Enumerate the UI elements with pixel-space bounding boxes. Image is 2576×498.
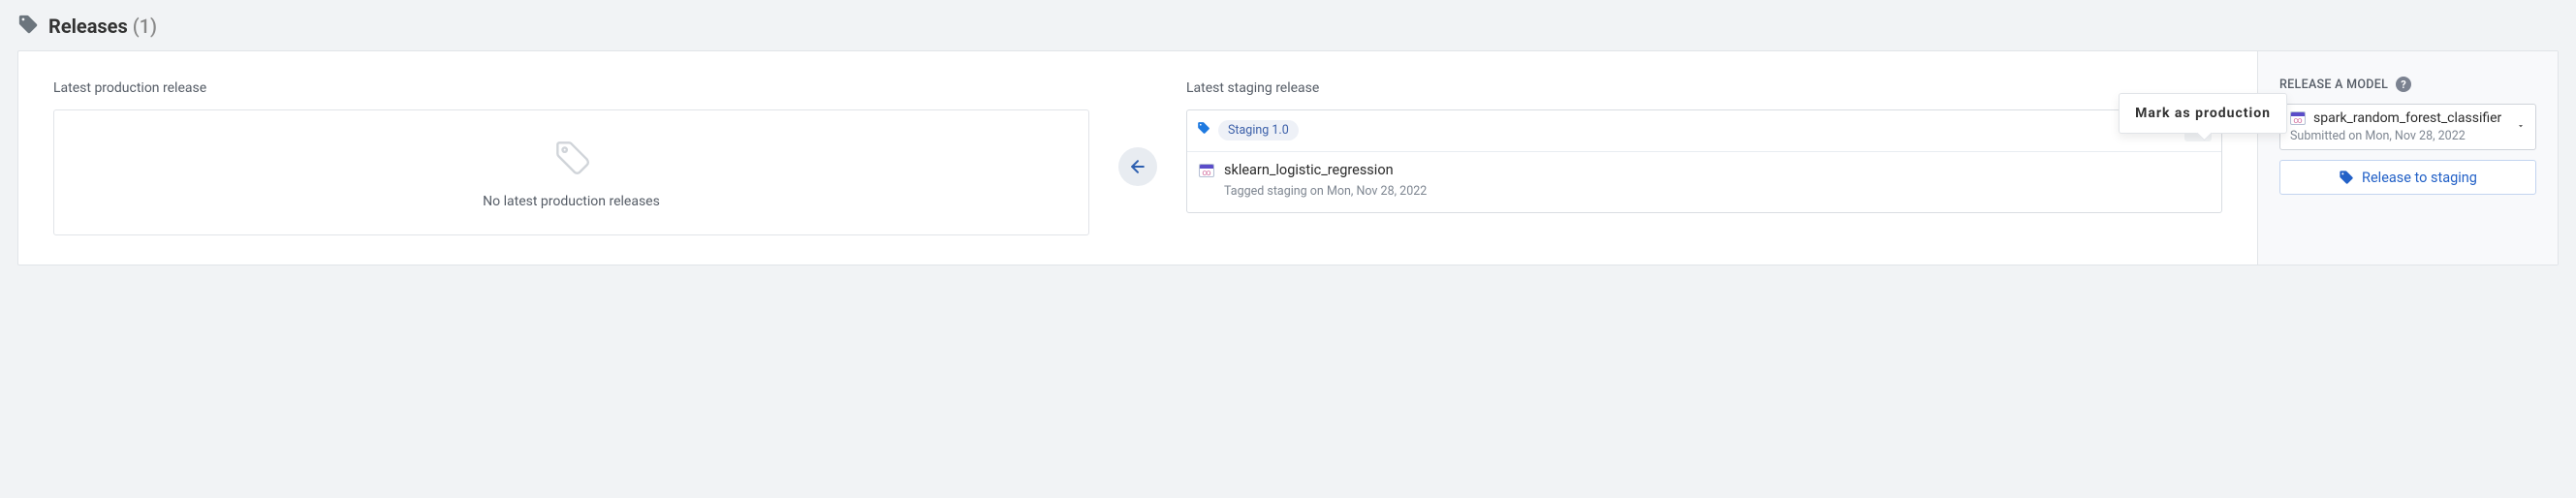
release-to-staging-button[interactable]: Release to staging — [2279, 160, 2536, 195]
tag-outline-icon — [550, 136, 593, 178]
tooltip-text: Mark as production — [2135, 106, 2271, 121]
staging-model-sub: Tagged staging on Mon, Nov 28, 2022 — [1224, 184, 2210, 199]
tag-icon — [17, 14, 39, 39]
staging-label: Latest staging release — [1186, 80, 2222, 96]
releases-panel: Latest production release No latest prod… — [17, 50, 2559, 265]
staging-column: Latest staging release Staging 1.0 ••• — [1186, 80, 2222, 213]
promote-arrow-container — [1118, 130, 1157, 186]
model-icon — [1199, 164, 1214, 177]
model-icon — [2290, 111, 2306, 125]
tag-icon — [2339, 170, 2354, 185]
staging-model-name: sklearn_logistic_regression — [1224, 162, 1394, 178]
arrow-left-icon — [1128, 157, 1147, 176]
production-empty-card: No latest production releases — [53, 109, 1089, 235]
model-select[interactable]: spark_random_forest_classifier Submitted… — [2279, 104, 2536, 150]
release-card-body: sklearn_logistic_regression Tagged stagi… — [1187, 152, 2221, 212]
staging-release-card: Staging 1.0 ••• Mark as production sk — [1186, 109, 2222, 213]
releases-main: Latest production release No latest prod… — [18, 51, 2257, 265]
model-row: sklearn_logistic_regression — [1199, 162, 2210, 178]
release-a-model-title: Release a model — [2279, 78, 2388, 92]
release-card-header: Staging 1.0 ••• Mark as production — [1187, 110, 2221, 152]
page-title: Releases (1) — [48, 15, 157, 38]
production-label: Latest production release — [53, 80, 1089, 96]
release-a-model-panel: Release a model ? spark_random_forest_cl… — [2257, 51, 2558, 265]
help-icon[interactable]: ? — [2396, 77, 2411, 92]
more-actions-button[interactable]: ••• Mark as production — [2184, 118, 2212, 141]
chevron-down-icon — [2516, 119, 2526, 135]
section-header: Releases (1) — [17, 14, 2559, 39]
tag-icon — [1197, 121, 1210, 139]
title-count: (1) — [133, 15, 157, 38]
selected-model-name: spark_random_forest_classifier — [2313, 110, 2501, 126]
production-column: Latest production release No latest prod… — [53, 80, 1089, 235]
promote-arrow-button[interactable] — [1118, 147, 1157, 186]
release-to-staging-label: Release to staging — [2362, 170, 2477, 186]
release-a-model-header: Release a model ? — [2279, 77, 2536, 92]
title-text: Releases — [48, 15, 128, 38]
tooltip: Mark as production — [2119, 93, 2287, 134]
selected-model-sub: Submitted on Mon, Nov 28, 2022 — [2290, 129, 2501, 143]
production-empty-text: No latest production releases — [483, 194, 660, 209]
staging-version-pill[interactable]: Staging 1.0 — [1218, 120, 1299, 140]
